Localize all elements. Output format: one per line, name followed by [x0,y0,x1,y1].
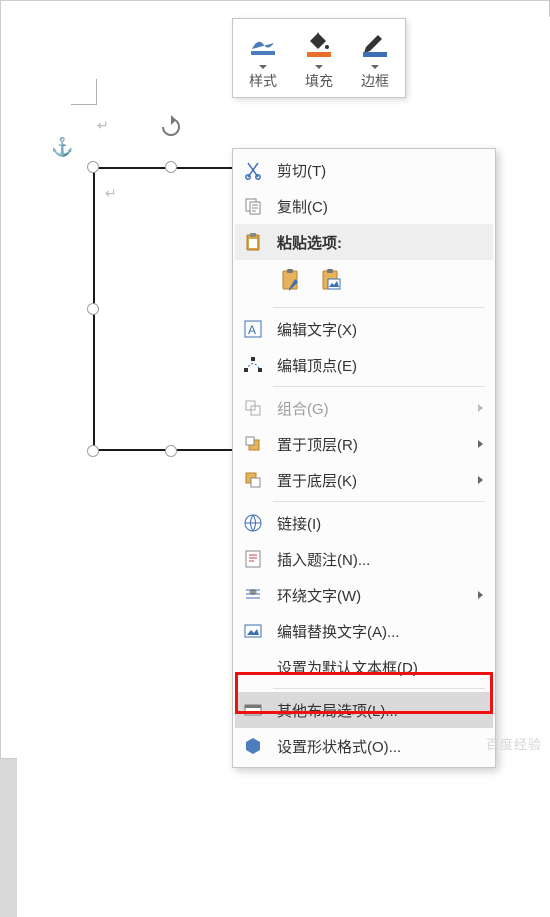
anchor-icon: ⚓ [51,137,73,158]
submenu-arrow-icon [478,404,483,412]
selected-shape[interactable]: ↵ [93,167,249,451]
style-icon [243,27,283,61]
menu-send-back[interactable]: 置于底层(K) [235,462,493,498]
menu-label: 编辑替换文字(A)... [277,621,489,642]
menu-label: 复制(C) [277,196,489,217]
resize-handle[interactable] [165,445,177,457]
mini-toolbar: 样式 填充 边框 [232,18,406,98]
outline-icon [355,27,395,61]
context-menu: 剪切(T) 复制(C) 粘贴选项: A 编辑文字(X) 编辑顶点(E) [232,148,496,768]
menu-bring-front[interactable]: 置于顶层(R) [235,426,493,462]
menu-label: 环绕文字(W) [277,585,478,606]
paste-keep-formatting-button[interactable] [275,264,309,298]
submenu-arrow-icon [478,591,483,599]
shape-style-button[interactable]: 样式 [235,23,291,93]
menu-label: 粘贴选项: [277,232,489,253]
menu-separator [273,307,485,308]
fill-icon [299,27,339,61]
shape-outline-button[interactable]: 边框 [347,23,403,93]
margin-corner [71,79,97,105]
blank-icon [239,653,267,681]
outline-label: 边框 [361,71,389,91]
menu-label: 链接(I) [277,513,489,534]
paragraph-mark-icon: ↵ [105,185,117,202]
style-label: 样式 [249,71,277,91]
svg-text:A: A [248,323,256,337]
menu-label: 编辑顶点(E) [277,355,489,376]
paste-icon [239,228,267,256]
menu-link[interactable]: 链接(I) [235,505,493,541]
group-icon [239,394,267,422]
dropdown-icon [315,65,323,69]
menu-label: 置于顶层(R) [277,434,478,455]
menu-insert-caption[interactable]: 插入题注(N)... [235,541,493,577]
menu-label: 编辑文字(X) [277,319,489,340]
resize-handle[interactable] [87,161,99,173]
menu-separator [273,386,485,387]
resize-handle[interactable] [87,445,99,457]
menu-default-textbox[interactable]: 设置为默认文本框(D) [235,649,493,685]
caption-icon [239,545,267,573]
menu-label: 剪切(T) [277,160,489,181]
format-shape-icon [239,732,267,760]
submenu-arrow-icon [478,476,483,484]
menu-wrap-text[interactable]: 环绕文字(W) [235,577,493,613]
menu-cut[interactable]: 剪切(T) [235,152,493,188]
wrap-text-icon [239,581,267,609]
menu-label: 设置形状格式(O)... [277,736,489,757]
paste-gallery [235,260,493,304]
send-back-icon [239,466,267,494]
menu-alt-text[interactable]: 编辑替换文字(A)... [235,613,493,649]
menu-edit-text[interactable]: A 编辑文字(X) [235,311,493,347]
submenu-arrow-icon [478,440,483,448]
menu-label: 组合(G) [277,398,478,419]
menu-label: 设置为默认文本框(D) [277,657,489,678]
edit-points-icon [239,351,267,379]
menu-more-layout[interactable]: 其他布局选项(L)... [235,692,493,728]
menu-edit-points[interactable]: 编辑顶点(E) [235,347,493,383]
resize-handle[interactable] [165,161,177,173]
copy-icon [239,192,267,220]
menu-copy[interactable]: 复制(C) [235,188,493,224]
link-icon [239,509,267,537]
fill-label: 填充 [305,71,333,91]
rectangle-shape[interactable] [93,167,249,451]
layout-icon [239,696,267,724]
alt-text-icon [239,617,267,645]
shape-fill-button[interactable]: 填充 [291,23,347,93]
menu-separator [273,501,485,502]
dropdown-icon [371,65,379,69]
edit-text-icon: A [239,315,267,343]
menu-label: 其他布局选项(L)... [277,700,489,721]
menu-label: 置于底层(K) [277,470,478,491]
rotate-handle-icon[interactable] [159,115,183,139]
bring-front-icon [239,430,267,458]
cut-icon [239,156,267,184]
paste-as-picture-button[interactable] [315,264,349,298]
menu-separator [273,688,485,689]
menu-paste-options-header: 粘贴选项: [235,224,493,260]
resize-handle[interactable] [87,303,99,315]
paragraph-mark-icon: ↵ [97,117,109,134]
dropdown-icon [259,65,267,69]
menu-label: 插入题注(N)... [277,549,489,570]
menu-group: 组合(G) [235,390,493,426]
